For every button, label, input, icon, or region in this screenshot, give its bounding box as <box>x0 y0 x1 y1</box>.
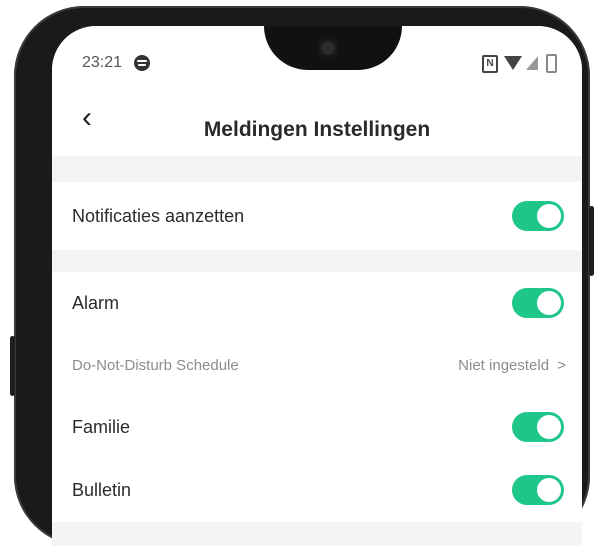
header-bar: ‹ Meldingen Instellingen <box>52 84 582 156</box>
notifications-toggle[interactable] <box>512 201 564 231</box>
signal-icon <box>526 56 538 70</box>
section-spacer <box>52 250 582 272</box>
nfc-icon: N <box>482 55 498 73</box>
dnd-value-text: Niet ingesteld <box>458 356 550 374</box>
bulletin-toggle[interactable] <box>512 475 564 505</box>
dnd-value: Niet ingesteld > <box>458 357 566 374</box>
setting-row-alarm[interactable]: Alarm <box>52 272 582 334</box>
front-camera <box>318 38 338 58</box>
toggle-knob <box>537 204 561 228</box>
phone-frame: 23:21 N ‹ Meldingen Instellingen Notific… <box>10 6 594 546</box>
setting-row-dnd-schedule[interactable]: Do-Not-Disturb Schedule Niet ingesteld > <box>52 334 582 396</box>
power-button <box>589 206 594 276</box>
wifi-icon <box>504 56 522 70</box>
toggle-knob <box>537 415 561 439</box>
volume-button <box>10 336 15 396</box>
family-toggle[interactable] <box>512 412 564 442</box>
setting-row-family[interactable]: Familie <box>52 396 582 458</box>
battery-icon <box>546 54 557 73</box>
setting-label-bulletin: Bulletin <box>72 479 132 500</box>
alarm-toggle[interactable] <box>512 288 564 318</box>
setting-label-family: Familie <box>72 416 131 437</box>
status-time: 23:21 <box>82 54 123 71</box>
setting-row-bulletin[interactable]: Bulletin <box>52 458 582 522</box>
chevron-right-icon: > <box>557 356 566 374</box>
toggle-knob <box>537 478 561 502</box>
section-spacer <box>52 156 582 182</box>
setting-row-notifications[interactable]: Notificaties aanzetten <box>52 182 582 250</box>
setting-label-alarm: Alarm <box>72 292 120 313</box>
page-title: Meldingen Instellingen <box>203 118 431 141</box>
phone-screen: 23:21 N ‹ Meldingen Instellingen Notific… <box>52 26 582 546</box>
spotify-icon <box>134 55 150 71</box>
setting-label-notifications: Notificaties aanzetten <box>72 205 245 226</box>
setting-label-dnd: Do-Not-Disturb Schedule <box>72 356 239 374</box>
toggle-knob <box>537 291 561 315</box>
